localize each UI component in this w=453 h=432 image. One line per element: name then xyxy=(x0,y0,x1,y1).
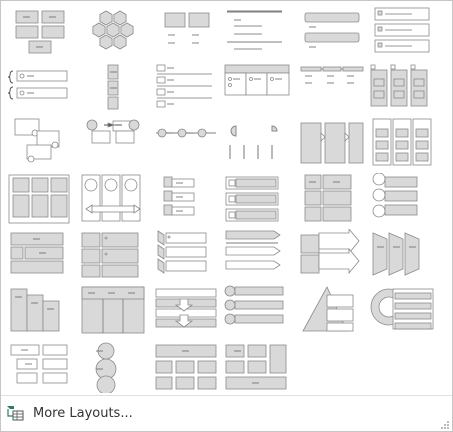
layout-vertical-chevron-list[interactable] xyxy=(78,61,148,113)
more-layouts-label: More Layouts... xyxy=(33,405,133,421)
layout-tab-list[interactable] xyxy=(367,117,437,169)
layout-circle-bullet-list[interactable] xyxy=(222,285,292,337)
layout-staggered-columns[interactable] xyxy=(5,285,75,337)
more-layouts-button[interactable]: More Layouts... xyxy=(5,400,133,426)
detailed-process-thumbnail xyxy=(81,232,139,278)
circle-bullet-list-thumbnail xyxy=(224,285,284,325)
layout-block-matrix[interactable] xyxy=(297,173,367,225)
hierarchy-list-thumbnail xyxy=(10,344,68,384)
circle-table-list-thumbnail xyxy=(370,288,434,330)
vertical-arrow-list-thumbnail xyxy=(370,64,428,107)
chevron-list-thumbnail xyxy=(157,230,207,274)
callout-arrows-thumbnail xyxy=(300,229,360,275)
layout-column-table[interactable] xyxy=(78,285,148,337)
layout-circle-table-list[interactable] xyxy=(367,285,437,337)
layout-alternating-hexagons[interactable] xyxy=(78,117,148,169)
block-matrix-thumbnail xyxy=(304,174,352,222)
layout-arrow-ribbon-list[interactable] xyxy=(222,229,292,281)
layout-triangle-pyramid[interactable] xyxy=(297,285,367,337)
vertical-chevron-list-thumbnail xyxy=(107,64,119,110)
triangle-pyramid-thumbnail xyxy=(302,286,354,332)
layout-gallery xyxy=(1,1,452,393)
layout-pie-list[interactable] xyxy=(222,117,292,169)
layout-row-table[interactable] xyxy=(152,341,222,393)
layout-picture-caption-list[interactable] xyxy=(5,117,75,169)
layout-circle-picture-list[interactable] xyxy=(367,173,437,225)
layout-labeled-hierarchy[interactable] xyxy=(152,173,222,225)
layout-segmented-process[interactable] xyxy=(297,117,367,169)
layout-vertical-box-list[interactable] xyxy=(297,5,367,57)
layout-hierarchy-list[interactable] xyxy=(5,341,75,393)
layout-horizontal-bullet-list[interactable] xyxy=(152,61,222,113)
basic-block-list-thumbnail xyxy=(15,10,65,54)
lined-list-thumbnail xyxy=(300,66,364,84)
layout-picture-grid[interactable] xyxy=(5,173,75,225)
timeline-list-thumbnail xyxy=(156,128,216,138)
arrow-process-table-thumbnail xyxy=(155,288,217,328)
layout-stacked-list[interactable] xyxy=(367,5,437,57)
horizontal-bullet-list-thumbnail xyxy=(156,64,212,108)
vertical-box-list-thumbnail xyxy=(304,12,360,48)
layout-trapezoid-list[interactable] xyxy=(367,229,437,281)
layout-circle-accent-list[interactable] xyxy=(78,341,148,393)
trapezoid-list-thumbnail xyxy=(372,232,420,276)
resize-grip-icon[interactable] xyxy=(440,420,450,430)
layout-chevron-list[interactable] xyxy=(152,229,222,281)
smartart-layouts-icon xyxy=(7,406,24,421)
stacked-list-thumbnail xyxy=(374,7,430,53)
table-list-thumbnail xyxy=(224,64,290,96)
layout-callout-arrows[interactable] xyxy=(297,229,367,281)
layout-vertical-bullet-list[interactable] xyxy=(222,5,292,57)
hexagon-cluster-thumbnail xyxy=(92,10,134,50)
layout-detailed-process[interactable] xyxy=(78,229,148,281)
layout-gallery-panel: More Layouts... xyxy=(0,0,453,432)
arrow-ribbon-list-thumbnail xyxy=(225,230,281,270)
layout-lined-list[interactable] xyxy=(297,61,367,113)
circle-picture-list-thumbnail xyxy=(372,173,418,218)
layout-table-list[interactable] xyxy=(222,61,292,113)
bracket-list-thumbnail xyxy=(7,70,68,100)
layout-checkbox-list[interactable] xyxy=(222,173,292,225)
layout-picture-accent-list[interactable] xyxy=(78,173,148,225)
pie-list-thumbnail xyxy=(229,125,278,159)
picture-caption-list-thumbnail xyxy=(14,118,60,163)
layout-block-table[interactable] xyxy=(222,341,292,393)
picture-grid-thumbnail xyxy=(8,174,70,224)
picture-accent-list-thumbnail xyxy=(81,174,141,222)
layout-grouped-list[interactable] xyxy=(152,5,222,57)
layout-hexagon-cluster[interactable] xyxy=(78,5,148,57)
layout-bracket-list[interactable] xyxy=(5,61,75,113)
gallery-footer: More Layouts... xyxy=(1,395,452,432)
column-table-thumbnail xyxy=(81,286,145,334)
layout-table-hierarchy[interactable] xyxy=(5,229,75,281)
row-table-thumbnail xyxy=(155,344,217,390)
table-hierarchy-thumbnail xyxy=(10,232,64,274)
grouped-list-thumbnail xyxy=(164,12,210,44)
checkbox-list-thumbnail xyxy=(225,176,279,222)
tab-list-thumbnail xyxy=(372,118,432,166)
labeled-hierarchy-thumbnail xyxy=(163,176,195,216)
block-table-thumbnail xyxy=(225,344,287,390)
vertical-bullet-list-thumbnail xyxy=(227,10,282,50)
layout-arrow-process-table[interactable] xyxy=(152,285,222,337)
segmented-process-thumbnail xyxy=(300,122,364,164)
alternating-hexagons-thumbnail xyxy=(86,119,140,144)
layout-timeline-list[interactable] xyxy=(152,117,222,169)
layout-basic-block-list[interactable] xyxy=(5,5,75,57)
layout-vertical-arrow-list[interactable] xyxy=(367,61,437,113)
circle-accent-list-thumbnail xyxy=(95,342,117,393)
staggered-columns-thumbnail xyxy=(10,288,60,332)
